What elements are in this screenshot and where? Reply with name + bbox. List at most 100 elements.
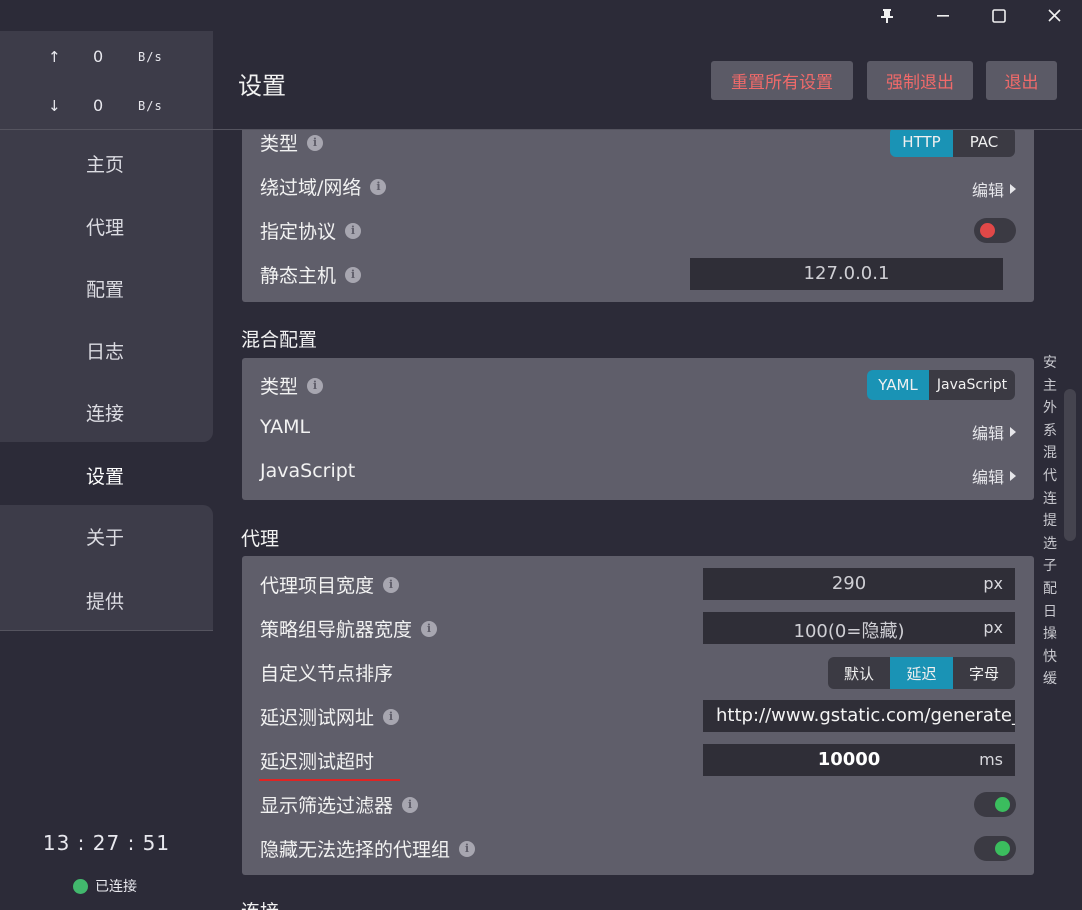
index-item[interactable]: 代 — [1041, 465, 1059, 488]
option-latency[interactable]: 延迟 — [890, 657, 953, 689]
index-item[interactable]: 混 — [1041, 442, 1059, 465]
row-label: 代理项目宽度 — [260, 575, 375, 597]
test-url-input[interactable]: http://www.gstatic.com/generate_204 — [703, 700, 1015, 732]
test-timeout-row: 延迟测试超时 10000 ms — [242, 738, 1034, 782]
info-icon[interactable]: i — [307, 377, 324, 394]
row-label: 延迟测试超时 — [260, 751, 375, 773]
index-item[interactable]: 日 — [1041, 601, 1059, 624]
sidebar-item-label: 连接 — [86, 402, 125, 425]
caret-right-icon — [1010, 184, 1016, 194]
option-javascript[interactable]: JavaScript — [929, 370, 1015, 400]
minimize-icon[interactable] — [914, 0, 971, 31]
row-label: 绕过域/网络 — [260, 177, 362, 199]
row-label: JavaScript — [260, 460, 356, 482]
maximize-icon[interactable] — [970, 0, 1027, 31]
hide-unselectable-row: 隐藏无法选择的代理组 i — [242, 826, 1034, 870]
mixin-type-selector[interactable]: YAML JavaScript — [867, 370, 1015, 400]
index-item[interactable]: 快 — [1041, 646, 1059, 669]
row-label: 类型 — [260, 133, 299, 155]
bypass-row: 绕过域/网络 i 编辑 — [242, 164, 1034, 208]
node-sort-selector[interactable]: 默认 延迟 字母 — [828, 657, 1015, 689]
info-icon[interactable]: i — [370, 178, 387, 195]
edit-label: 编辑 — [971, 468, 1004, 487]
hide-unselectable-toggle[interactable] — [974, 836, 1016, 861]
info-icon[interactable]: i — [345, 222, 362, 239]
row-label: 类型 — [260, 376, 299, 398]
close-icon[interactable] — [1026, 0, 1082, 31]
option-default[interactable]: 默认 — [828, 657, 890, 689]
protocol-toggle[interactable] — [974, 218, 1016, 243]
option-alphabetical[interactable]: 字母 — [953, 657, 1015, 689]
yaml-edit-link[interactable]: 编辑 — [972, 420, 1016, 444]
javascript-edit-link[interactable]: 编辑 — [972, 464, 1016, 488]
quit-button[interactable]: 退出 — [986, 61, 1057, 100]
sidebar-item-label: 设置 — [86, 465, 125, 488]
sidebar-item-connections[interactable]: 连接 — [0, 381, 213, 443]
system-proxy-type-selector[interactable]: HTTP PAC — [890, 127, 1015, 157]
info-icon[interactable]: i — [383, 576, 400, 593]
index-item[interactable]: 系 — [1041, 420, 1059, 443]
option-http[interactable]: HTTP — [890, 127, 953, 157]
bypass-edit-link[interactable]: 编辑 — [972, 177, 1016, 201]
sidebar-item-profiles[interactable]: 配置 — [0, 257, 213, 319]
sidebar-item-logs[interactable]: 日志 — [0, 319, 213, 381]
status-dot-icon — [73, 878, 88, 894]
test-url-row: 延迟测试网址 i http://www.gstatic.com/generate_… — [242, 694, 1034, 738]
nav-width-row: 策略组导航器宽度 i 100(0=隐藏) px — [242, 606, 1034, 650]
static-host-input[interactable]: 127.0.0.1 — [690, 258, 1003, 290]
sidebar-item-settings[interactable]: 设置 — [0, 444, 213, 506]
info-icon[interactable]: i — [383, 708, 400, 725]
option-pac[interactable]: PAC — [953, 127, 1015, 157]
mixin-card: 类型 i YAML JavaScript YAML 编辑 JavaScript 编… — [242, 358, 1034, 500]
sidebar-item-label: 代理 — [86, 216, 125, 239]
node-sort-row: 自定义节点排序 默认 延迟 字母 — [242, 650, 1034, 694]
sidebar-item-label: 配置 — [86, 278, 125, 301]
nav-width-input[interactable]: 100(0=隐藏) px — [703, 612, 1015, 644]
mixin-javascript-row: JavaScript 编辑 — [242, 451, 1034, 495]
index-item[interactable]: 子 — [1041, 555, 1059, 578]
toggle-knob — [995, 797, 1010, 812]
row-label: 自定义节点排序 — [260, 663, 394, 685]
row-label: 指定协议 — [260, 221, 337, 243]
sidebar-item-about[interactable]: 关于 — [0, 505, 213, 567]
info-icon[interactable]: i — [307, 134, 324, 151]
index-item[interactable]: 操 — [1041, 623, 1059, 646]
index-item[interactable]: 选 — [1041, 533, 1059, 556]
info-icon[interactable]: i — [402, 796, 419, 813]
index-item[interactable]: 主 — [1041, 375, 1059, 398]
test-timeout-input[interactable]: 10000 ms — [703, 744, 1015, 776]
nav-width-value: 100(0=隐藏) — [793, 621, 905, 642]
info-icon[interactable]: i — [345, 266, 362, 283]
info-icon[interactable]: i — [459, 840, 476, 857]
protocol-row: 指定协议 i — [242, 208, 1034, 252]
sidebar-item-proxies[interactable]: 代理 — [0, 195, 213, 257]
show-filter-toggle[interactable] — [974, 792, 1016, 817]
force-quit-button[interactable]: 强制退出 — [867, 61, 973, 100]
scrollbar-thumb[interactable] — [1064, 389, 1076, 541]
sidebar-item-label: 关于 — [86, 526, 125, 549]
unit-label: px — [983, 618, 1003, 637]
section-title-proxy: 代理 — [241, 528, 280, 550]
reset-all-settings-button[interactable]: 重置所有设置 — [711, 61, 853, 100]
unit-label: ms — [979, 750, 1003, 769]
option-yaml[interactable]: YAML — [867, 370, 929, 400]
pin-icon[interactable] — [858, 0, 915, 31]
index-item[interactable]: 提 — [1041, 510, 1059, 533]
section-title-mixin: 混合配置 — [241, 329, 318, 351]
sidebar-item-home[interactable]: 主页 — [0, 132, 213, 194]
show-filter-row: 显示筛选过滤器 i — [242, 782, 1034, 826]
static-host-row: 静态主机 i 127.0.0.1 — [242, 252, 1034, 296]
download-arrow-icon: ↓ — [48, 97, 61, 115]
info-icon[interactable]: i — [421, 620, 438, 637]
index-item[interactable]: 连 — [1041, 488, 1059, 511]
sidebar-item-providers[interactable]: 提供 — [0, 569, 213, 631]
index-item[interactable]: 配 — [1041, 578, 1059, 601]
index-item[interactable]: 缓 — [1041, 668, 1059, 691]
system-proxy-card: 类型 i HTTP PAC 绕过域/网络 i 编辑 指定协议 i 静态主机 i 127.… — [242, 120, 1034, 302]
index-item[interactable]: 安 — [1041, 352, 1059, 375]
proxy-item-width-input[interactable]: 290 px — [703, 568, 1015, 600]
index-item[interactable]: 外 — [1041, 397, 1059, 420]
toggle-knob — [995, 841, 1010, 856]
sidebar-item-label: 主页 — [86, 153, 125, 176]
focus-underline — [259, 779, 400, 781]
